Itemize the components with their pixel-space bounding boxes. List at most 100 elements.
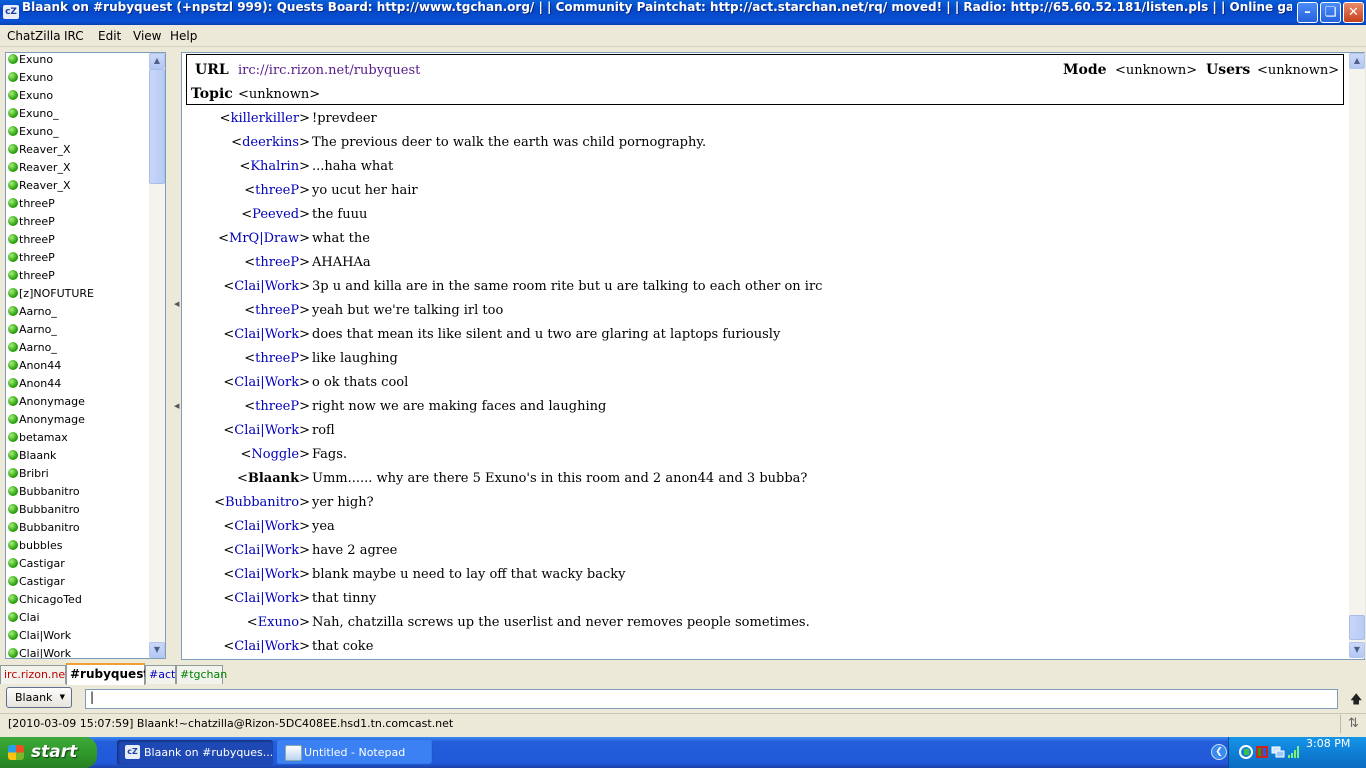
nick-name[interactable]: Blaank bbox=[248, 471, 299, 486]
user-list-item[interactable]: Exuno_ bbox=[8, 107, 59, 125]
show-hidden-icons-icon[interactable]: ❮ bbox=[1211, 744, 1227, 760]
user-list-item[interactable]: Anon44 bbox=[8, 377, 61, 395]
user-list-item[interactable]: Anonymage bbox=[8, 413, 85, 431]
start-button[interactable]: start bbox=[0, 737, 97, 768]
nick-name[interactable]: Clai|Work bbox=[234, 567, 299, 582]
user-list-item[interactable]: threeP bbox=[8, 269, 55, 287]
user-list-item[interactable]: betamax bbox=[8, 431, 68, 449]
nick-name[interactable]: threeP bbox=[255, 183, 299, 198]
nick-name[interactable]: Exuno bbox=[258, 615, 299, 630]
user-list-item[interactable]: Exuno bbox=[8, 71, 53, 89]
menu-help[interactable]: Help bbox=[170, 29, 197, 43]
user-list-item[interactable]: Blaank bbox=[8, 449, 56, 467]
scroll-up-icon[interactable]: ▲ bbox=[1349, 53, 1365, 69]
signal-strength-icon[interactable] bbox=[1287, 745, 1301, 759]
message-nick[interactable]: <threeP> bbox=[182, 351, 310, 366]
scroll-down-icon[interactable]: ▼ bbox=[149, 642, 165, 658]
message-nick[interactable]: <Clai|Work> bbox=[182, 639, 310, 654]
pane-splitter[interactable]: ◀ ◀ bbox=[172, 52, 180, 660]
nick-name[interactable]: MrQ|Draw bbox=[229, 231, 299, 246]
chatzilla-tray-icon[interactable] bbox=[1239, 745, 1253, 759]
user-list-item[interactable]: Clai bbox=[8, 611, 40, 629]
scroll-thumb[interactable] bbox=[1349, 615, 1365, 640]
close-button[interactable]: ✕ bbox=[1343, 2, 1364, 23]
user-list-item[interactable]: Reaver_X bbox=[8, 161, 71, 179]
menu-edit[interactable]: Edit bbox=[98, 29, 121, 43]
nick-name[interactable]: Clai|Work bbox=[234, 327, 299, 342]
maximize-button[interactable]: ❏ bbox=[1320, 2, 1341, 23]
scroll-thumb[interactable] bbox=[149, 69, 165, 184]
nick-name[interactable]: Khalrin bbox=[250, 159, 299, 174]
message-nick[interactable]: <killerkiller> bbox=[182, 111, 310, 126]
user-list-item[interactable]: Aarno_ bbox=[8, 341, 57, 359]
nick-name[interactable]: deerkins bbox=[242, 135, 299, 150]
user-list-item[interactable]: Anonymage bbox=[8, 395, 85, 413]
scroll-down-icon[interactable]: ▼ bbox=[1349, 642, 1365, 658]
message-nick[interactable]: <Clai|Work> bbox=[182, 567, 310, 582]
userlist-scrollbar[interactable]: ▲ ▼ bbox=[149, 53, 165, 658]
nick-name[interactable]: threeP bbox=[255, 303, 299, 318]
message-nick[interactable]: <Bubbanitro> bbox=[182, 495, 310, 510]
user-list-item[interactable]: Bubbanitro bbox=[8, 503, 80, 521]
user-list-item[interactable]: Bribri bbox=[8, 467, 49, 485]
message-nick[interactable]: <Noggle> bbox=[182, 447, 310, 462]
user-list-item[interactable]: threeP bbox=[8, 233, 55, 251]
user-list-item[interactable]: Castigar bbox=[8, 575, 65, 593]
nick-name[interactable]: threeP bbox=[255, 351, 299, 366]
message-nick[interactable]: <Clai|Work> bbox=[182, 279, 310, 294]
user-list-item[interactable]: Reaver_X bbox=[8, 143, 71, 161]
nick-name[interactable]: Bubbanitro bbox=[225, 495, 299, 510]
message-nick[interactable]: <Clai|Work> bbox=[182, 519, 310, 534]
clock[interactable]: 3:08 PM bbox=[1306, 737, 1350, 768]
message-nick[interactable]: <Exuno> bbox=[182, 615, 310, 630]
scroll-up-icon[interactable]: ▲ bbox=[149, 53, 165, 69]
user-list-item[interactable]: Clai|Work bbox=[8, 629, 71, 647]
chat-scrollbar[interactable]: ▲ ▼ bbox=[1349, 53, 1365, 658]
message-nick[interactable]: <Clai|Work> bbox=[182, 543, 310, 558]
user-list-item[interactable]: threeP bbox=[8, 215, 55, 233]
chat-input[interactable]: | bbox=[85, 689, 1338, 709]
user-list-item[interactable]: Exuno bbox=[8, 89, 53, 107]
user-list-item[interactable]: Anon44 bbox=[8, 359, 61, 377]
nickname-button[interactable]: Blaank ▼ bbox=[6, 687, 72, 708]
message-nick[interactable]: <MrQ|Draw> bbox=[182, 231, 310, 246]
message-nick[interactable]: <threeP> bbox=[182, 183, 310, 198]
splitter-left-arrow-icon[interactable]: ◀ bbox=[174, 300, 179, 308]
minimize-button[interactable]: – bbox=[1297, 2, 1318, 23]
nick-name[interactable]: Noggle bbox=[251, 447, 299, 462]
nick-name[interactable]: Clai|Work bbox=[234, 639, 299, 654]
taskbar-item[interactable]: Untitled - Notepad bbox=[277, 740, 433, 765]
nick-name[interactable]: Clai|Work bbox=[234, 279, 299, 294]
nick-name[interactable]: Peeved bbox=[252, 207, 299, 222]
tab-act[interactable]: #act bbox=[145, 665, 176, 684]
message-nick[interactable]: <Khalrin> bbox=[182, 159, 310, 174]
nick-name[interactable]: Clai|Work bbox=[234, 543, 299, 558]
message-nick[interactable]: <Blaank> bbox=[182, 471, 310, 486]
message-nick[interactable]: <deerkins> bbox=[182, 135, 310, 150]
security-tray-icon[interactable] bbox=[1255, 745, 1269, 759]
message-nick[interactable]: <threeP> bbox=[182, 303, 310, 318]
tab-rubyquest[interactable]: #rubyquest bbox=[66, 663, 149, 685]
user-list-item[interactable]: Clai|Work bbox=[8, 647, 71, 658]
user-list-item[interactable]: threeP bbox=[8, 197, 55, 215]
menu-irc[interactable]: IRC bbox=[64, 29, 84, 43]
nick-name[interactable]: threeP bbox=[255, 399, 299, 414]
user-list-item[interactable]: Aarno_ bbox=[8, 305, 57, 323]
taskbar-item[interactable]: cZ Blaank on #rubyques... bbox=[117, 740, 273, 765]
user-list-item[interactable]: Bubbanitro bbox=[8, 521, 80, 539]
multiline-toggle-icon[interactable]: 🡅 bbox=[1350, 690, 1362, 711]
nick-name[interactable]: threeP bbox=[255, 255, 299, 270]
message-nick[interactable]: <threeP> bbox=[182, 255, 310, 270]
tab-tgchan[interactable]: #tgchan bbox=[176, 665, 227, 684]
network-tray-icon[interactable] bbox=[1271, 745, 1285, 759]
user-list-item[interactable]: threeP bbox=[8, 251, 55, 269]
menu-view[interactable]: View bbox=[133, 29, 161, 43]
user-list-item[interactable]: Exuno_ bbox=[8, 125, 59, 143]
tab-irc-rizon-net[interactable]: irc.rizon.net bbox=[0, 665, 69, 684]
message-nick[interactable]: <Clai|Work> bbox=[182, 327, 310, 342]
nick-name[interactable]: Clai|Work bbox=[234, 423, 299, 438]
nick-name[interactable]: Clai|Work bbox=[234, 591, 299, 606]
nick-name[interactable]: Clai|Work bbox=[234, 519, 299, 534]
message-nick[interactable]: <Clai|Work> bbox=[182, 591, 310, 606]
user-list[interactable]: Exuno Exuno Exuno Exuno_ Exuno_ Reaver_X Reave… bbox=[5, 52, 166, 659]
